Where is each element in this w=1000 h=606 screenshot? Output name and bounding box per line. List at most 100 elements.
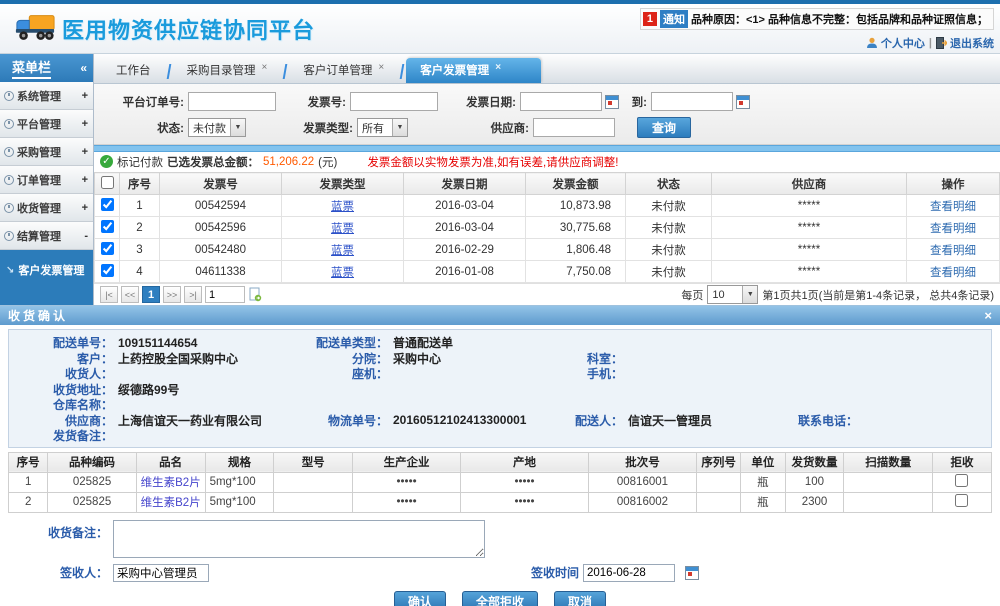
link-divider: | bbox=[929, 37, 932, 49]
confirm-button[interactable]: 确认 bbox=[394, 591, 446, 606]
table-row: 1 00542594 蓝票 2016-03-04 10,873.98 未付款 *… bbox=[95, 195, 1000, 217]
notice-bar: ✓ 标记付款 已选发票总金额： 51,206.22 (元) 发票金额以实物发票为… bbox=[94, 152, 1000, 173]
user-center-link[interactable]: 个人中心 bbox=[866, 35, 925, 51]
sidebar-item-platform[interactable]: 平台管理 + bbox=[0, 110, 93, 138]
per-page-label: 每页 bbox=[681, 287, 703, 303]
supplier-value: 上海信谊天一药业有限公司 bbox=[113, 412, 303, 429]
dropdown-arrow-icon: ▼ bbox=[742, 286, 757, 303]
submenu-arrow-icon: ↘ bbox=[6, 265, 14, 276]
product-name-link[interactable]: 维生素B2片 bbox=[141, 497, 201, 509]
select-all-checkbox[interactable] bbox=[101, 176, 114, 189]
branch-value: 采购中心 bbox=[388, 350, 548, 367]
view-detail-link[interactable]: 查看明细 bbox=[930, 245, 976, 257]
row-checkbox[interactable] bbox=[101, 242, 114, 255]
go-page-icon[interactable] bbox=[248, 287, 262, 302]
total-amount-unit: (元) bbox=[318, 154, 337, 170]
first-page-button[interactable]: |< bbox=[100, 286, 118, 303]
table-row: 4 04611338 蓝票 2016-01-08 7,750.08 未付款 **… bbox=[95, 261, 1000, 283]
tab-separator bbox=[283, 64, 288, 79]
receipt-remark-label: 收货备注： bbox=[8, 520, 108, 558]
row-checkbox[interactable] bbox=[101, 264, 114, 277]
delivery-type-value: 普通配送单 bbox=[388, 334, 548, 351]
calendar-icon[interactable] bbox=[685, 566, 699, 580]
truck-logo-icon bbox=[14, 12, 56, 47]
sign-time-label: 签收时间 bbox=[479, 564, 579, 581]
sidebar-item-purchase[interactable]: 采购管理 + bbox=[0, 138, 93, 166]
supplier-input[interactable] bbox=[533, 118, 615, 137]
reject-checkbox[interactable] bbox=[955, 494, 968, 507]
invoice-type-select[interactable]: 所有 ▼ bbox=[357, 118, 408, 137]
logout-icon bbox=[936, 37, 947, 49]
sign-time-input[interactable] bbox=[583, 564, 675, 582]
receipt-items-table: 序号 品种编码 品名 规格 型号 生产企业 产地 批次号 序列号 单位 发货数量… bbox=[8, 452, 992, 513]
signer-input[interactable] bbox=[113, 564, 209, 582]
invoice-type-link[interactable]: 蓝票 bbox=[331, 223, 354, 235]
expand-plus-icon: + bbox=[82, 174, 88, 186]
clock-icon bbox=[4, 119, 14, 129]
goto-page-input[interactable] bbox=[205, 286, 245, 303]
item-row: 1 025825 维生素B2片 5mg*100 ••••• ••••• 0081… bbox=[9, 472, 992, 492]
tab-customer-orders[interactable]: 客户订单管理 × bbox=[289, 58, 398, 83]
view-detail-link[interactable]: 查看明细 bbox=[930, 201, 976, 213]
sidebar-item-settlement[interactable]: 结算管理 - bbox=[0, 222, 93, 250]
clock-icon bbox=[4, 91, 14, 101]
platform-order-input[interactable] bbox=[188, 92, 276, 111]
receipt-remark-textarea[interactable] bbox=[113, 520, 485, 558]
invoice-type-link[interactable]: 蓝票 bbox=[331, 267, 354, 279]
sidebar-item-receiving[interactable]: 收货管理 + bbox=[0, 194, 93, 222]
per-page-select[interactable]: 10 ▼ bbox=[707, 285, 758, 304]
last-page-button[interactable]: >| bbox=[184, 286, 202, 303]
invoice-date-from-input[interactable] bbox=[520, 92, 602, 111]
invoice-type-label: 发票类型: bbox=[293, 120, 357, 136]
reject-checkbox[interactable] bbox=[955, 474, 968, 487]
clock-icon bbox=[4, 175, 14, 185]
total-amount-label: 已选发票总金额： bbox=[167, 154, 259, 170]
next-page-button[interactable]: >> bbox=[163, 286, 181, 303]
notification-bar[interactable]: 1 通知 品种原因：<1> 品种信息不完整：包括品牌和品种证照信息； bbox=[640, 8, 994, 30]
cancel-button[interactable]: 取消 bbox=[554, 591, 606, 606]
sidebar-collapse-icon[interactable]: « bbox=[80, 61, 87, 75]
address-value: 绥德路99号 bbox=[113, 381, 303, 398]
row-checkbox[interactable] bbox=[101, 220, 114, 233]
tab-separator bbox=[400, 64, 405, 79]
current-page-button[interactable]: 1 bbox=[142, 286, 160, 303]
reject-all-button[interactable]: 全部拒收 bbox=[462, 591, 538, 606]
invoice-type-link[interactable]: 蓝票 bbox=[331, 245, 354, 257]
sidebar-item-order[interactable]: 订单管理 + bbox=[0, 166, 93, 194]
invoice-date-to-input[interactable] bbox=[651, 92, 733, 111]
tab-workbench[interactable]: 工作台 bbox=[102, 58, 165, 83]
product-name-link[interactable]: 维生素B2片 bbox=[141, 477, 201, 489]
calendar-icon[interactable] bbox=[605, 95, 619, 109]
delivery-type-label: 配送单类型： bbox=[303, 334, 388, 351]
sidebar-item-system[interactable]: 系统管理 + bbox=[0, 82, 93, 110]
view-detail-link[interactable]: 查看明细 bbox=[930, 223, 976, 235]
tab-close-icon[interactable]: × bbox=[262, 62, 268, 73]
search-button[interactable]: 查询 bbox=[637, 117, 691, 138]
contact-phone-label: 联系电话： bbox=[773, 412, 858, 429]
dept-label: 科室： bbox=[548, 350, 623, 367]
expand-minus-icon: - bbox=[84, 230, 88, 242]
mobile-label: 手机： bbox=[548, 365, 623, 382]
invoice-no-input[interactable] bbox=[350, 92, 438, 111]
view-detail-link[interactable]: 查看明细 bbox=[930, 267, 976, 279]
expand-plus-icon: + bbox=[82, 118, 88, 130]
notification-tag[interactable]: 通知 bbox=[660, 10, 688, 28]
tab-purchase-catalog[interactable]: 采购目录管理 × bbox=[173, 58, 282, 83]
modal-close-icon[interactable]: × bbox=[984, 308, 992, 323]
tab-close-icon[interactable]: × bbox=[378, 62, 384, 73]
calendar-icon[interactable] bbox=[736, 95, 750, 109]
receiver-label: 收货人： bbox=[13, 365, 113, 382]
expand-plus-icon: + bbox=[82, 146, 88, 158]
status-select[interactable]: 未付款 ▼ bbox=[188, 118, 246, 137]
prev-page-button[interactable]: << bbox=[121, 286, 139, 303]
tab-customer-invoices[interactable]: 客户发票管理 × bbox=[406, 58, 541, 83]
tab-close-icon[interactable]: × bbox=[495, 62, 501, 73]
customer-value: 上药控股全国采购中心 bbox=[113, 350, 303, 367]
total-amount-value: 51,206.22 bbox=[263, 156, 314, 168]
row-checkbox[interactable] bbox=[101, 198, 114, 211]
invoice-type-link[interactable]: 蓝票 bbox=[331, 201, 354, 213]
address-label: 收货地址： bbox=[13, 381, 113, 398]
sidebar-subitem-customer-invoice[interactable]: ↘ 客户发票管理 bbox=[0, 259, 93, 281]
mark-paid-label[interactable]: 标记付款 bbox=[117, 154, 163, 170]
logout-link[interactable]: 退出系统 bbox=[936, 35, 994, 51]
